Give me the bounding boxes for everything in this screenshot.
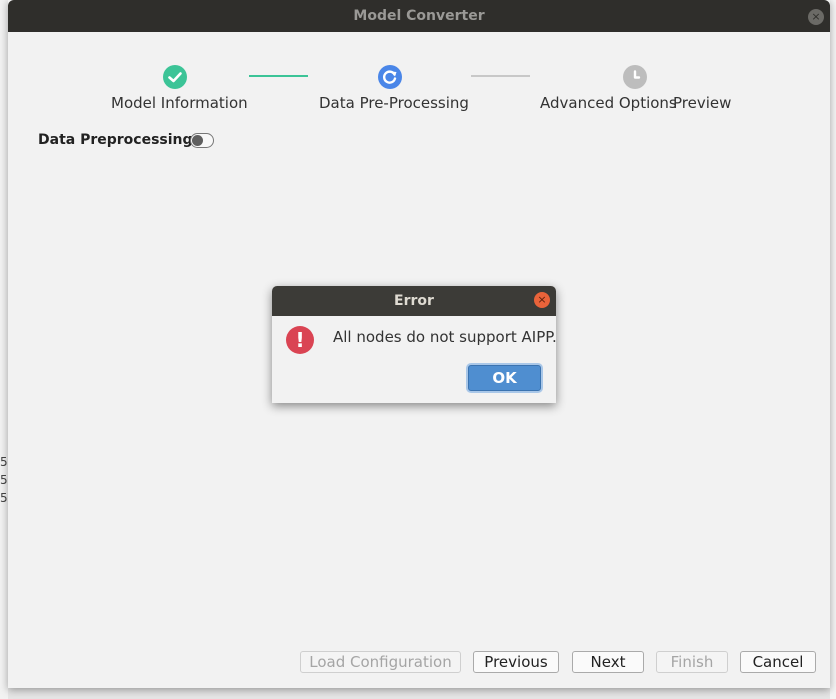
data-preprocessing-toggle[interactable] bbox=[190, 133, 214, 148]
previous-button[interactable]: Previous bbox=[473, 651, 559, 673]
window-title: Model Converter bbox=[353, 8, 485, 24]
step-preview: Preview bbox=[673, 94, 732, 112]
check-circle-icon bbox=[163, 65, 187, 89]
cancel-button[interactable]: Cancel bbox=[740, 651, 816, 673]
step-model-information: Model Information bbox=[111, 94, 248, 112]
background-text: 5 bbox=[0, 455, 8, 469]
error-icon: ! bbox=[286, 326, 314, 354]
step-advanced-options: Advanced Options bbox=[540, 94, 677, 112]
error-message: All nodes do not support AIPP. bbox=[333, 328, 557, 346]
step-data-pre-processing: Data Pre-Processing bbox=[319, 94, 469, 112]
dialog-title: Error bbox=[394, 293, 434, 309]
window-titlebar[interactable]: Model Converter × bbox=[8, 0, 830, 32]
data-preprocessing-label: Data Preprocessing bbox=[38, 132, 193, 148]
ok-button[interactable]: OK bbox=[468, 365, 541, 391]
step-connector-done bbox=[249, 75, 308, 77]
background-text: 5 bbox=[0, 473, 8, 487]
window-close-button[interactable]: × bbox=[808, 9, 824, 25]
load-configuration-button[interactable]: Load Configuration bbox=[300, 651, 461, 673]
step-connector-todo bbox=[471, 75, 530, 77]
dialog-titlebar[interactable]: Error × bbox=[272, 286, 556, 316]
toggle-knob bbox=[192, 135, 203, 146]
background-window bbox=[0, 0, 8, 699]
error-dialog: Error × ! All nodes do not support AIPP.… bbox=[272, 286, 557, 403]
refresh-circle-icon bbox=[378, 65, 402, 89]
background-window-right bbox=[830, 0, 836, 699]
finish-button[interactable]: Finish bbox=[656, 651, 728, 673]
background-text: 5 bbox=[0, 491, 8, 505]
dialog-close-button[interactable]: × bbox=[534, 292, 550, 308]
clock-circle-icon bbox=[623, 65, 647, 89]
next-button[interactable]: Next bbox=[572, 651, 644, 673]
